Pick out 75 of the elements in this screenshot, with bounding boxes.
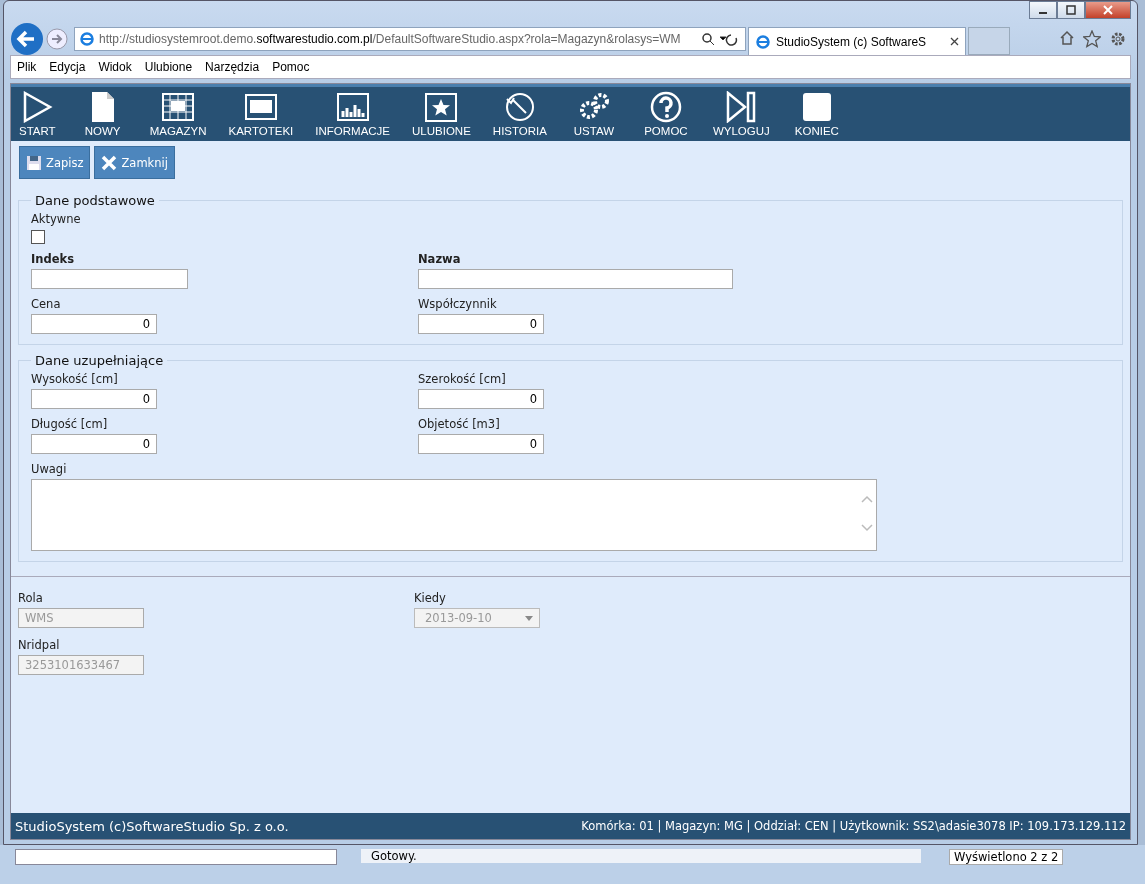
field-label: Objetość [m3]	[418, 417, 500, 431]
menu-item[interactable]: Narzędzia	[205, 60, 260, 74]
bar-chart-icon	[336, 91, 369, 123]
field-label: Indeks	[31, 252, 74, 266]
field-label: Szerokość [cm]	[418, 372, 506, 386]
toolbar-button[interactable]: START	[19, 91, 66, 137]
input-field[interactable]: 0	[31, 389, 157, 409]
field-label: Rola	[18, 591, 43, 605]
star-icon[interactable]	[1083, 30, 1101, 48]
toolbar-button[interactable]: KONIEC	[791, 91, 852, 137]
forward-icon[interactable]	[46, 28, 68, 50]
close-icon	[101, 154, 118, 171]
toolbar-button[interactable]: HISTORIA	[492, 91, 557, 137]
save-button[interactable]: Zapisz	[19, 146, 91, 179]
toolbar-button[interactable]: POMOC	[640, 91, 701, 137]
maximize-icon	[1066, 5, 1076, 15]
input-field[interactable]: 0	[31, 314, 157, 334]
close-icon	[1103, 5, 1113, 15]
copyright-text: StudioSystem (c)SoftwareStudio Sp. z o.o.	[15, 818, 289, 834]
field-label: Uwagi	[31, 462, 67, 476]
status-text: Gotowy.	[361, 849, 921, 863]
square-icon	[800, 91, 833, 123]
toolbar-button[interactable]: ULUBIONE	[412, 91, 481, 137]
field-label: Cena	[31, 297, 61, 311]
menu-item[interactable]: Plik	[17, 60, 37, 74]
menu-item[interactable]: Pomoc	[272, 60, 310, 74]
home-icon[interactable]	[1059, 30, 1075, 46]
field-label: Nazwa	[418, 252, 461, 266]
maximize-button[interactable]	[1057, 1, 1085, 19]
session-info: Komórka: 01 | Magazyn: MG | Oddział: CEN | Użytkownik: SS2\adasie3078 IP: 109.173.129.112	[581, 819, 1126, 833]
menu-item[interactable]: Widok	[98, 60, 132, 74]
minimize-button[interactable]	[1029, 1, 1057, 19]
toolbar-button[interactable]: MAGAZYN	[149, 91, 217, 137]
field-label: Nridpal	[18, 638, 60, 652]
toolbar-button[interactable]: KARTOTEKI	[228, 91, 304, 137]
logout-icon	[725, 91, 758, 123]
textarea-field[interactable]	[31, 479, 877, 551]
field-label: Wysokość [cm]	[31, 372, 118, 386]
field-label: Współczynnik	[418, 297, 497, 311]
window-icon	[244, 91, 277, 123]
url-text: http://studiosystemroot.demo.softwarestudio.com.pl/DefaultSoftwareStudio.aspx?rola=Magazyn&rolasys=WM	[99, 32, 682, 46]
toolbar-button[interactable]: USTAW	[568, 91, 629, 137]
input-field[interactable]	[418, 269, 733, 289]
section-title: Dane uzupełniające	[34, 353, 165, 368]
toolbar-button[interactable]: WYLOGUJ	[712, 91, 780, 137]
close-button[interactable]	[1085, 1, 1131, 19]
record-count: Wyświetlono 2 z 2	[949, 849, 1064, 865]
close-button[interactable]: Zamknij	[94, 146, 175, 179]
browser-logo-icon	[79, 31, 95, 47]
browser-logo-icon	[755, 33, 771, 50]
browser-tab[interactable]: StudioSystem (c) SoftwareS	[748, 27, 966, 55]
input-field[interactable]: 0	[31, 434, 157, 454]
grid-icon	[162, 91, 195, 123]
field-label: Aktywne	[31, 212, 82, 226]
input-field[interactable]	[31, 269, 188, 289]
toolbar-button[interactable]: INFORMACJE	[315, 91, 401, 137]
input-field[interactable]: 0	[418, 314, 544, 334]
menu-item[interactable]: Ulubione	[144, 60, 193, 74]
input-field[interactable]: 0	[418, 389, 544, 409]
field-label: Długość [cm]	[31, 417, 108, 431]
address-bar[interactable]: http://studiosystemroot.demo.softwarestudio.com.pl/DefaultSoftwareStudio.aspx?rola=Magazyn&rolasys=WM	[74, 27, 746, 51]
caret-icon	[525, 615, 533, 621]
play-icon	[21, 91, 54, 123]
clock-icon	[503, 91, 536, 123]
settings-icon[interactable]	[1109, 30, 1127, 48]
checkbox[interactable]	[31, 230, 45, 244]
toolbar-button[interactable]: NOWY	[77, 91, 138, 137]
back-icon[interactable]	[10, 22, 44, 56]
section-title: Dane podstawowe	[34, 193, 156, 208]
close-icon[interactable]	[950, 37, 959, 46]
help-icon	[649, 91, 682, 123]
field-label: Kiedy	[414, 591, 446, 605]
input-field[interactable]: 0	[418, 434, 544, 454]
minimize-icon	[1039, 12, 1047, 14]
menu-item[interactable]: Edycja	[49, 60, 86, 74]
